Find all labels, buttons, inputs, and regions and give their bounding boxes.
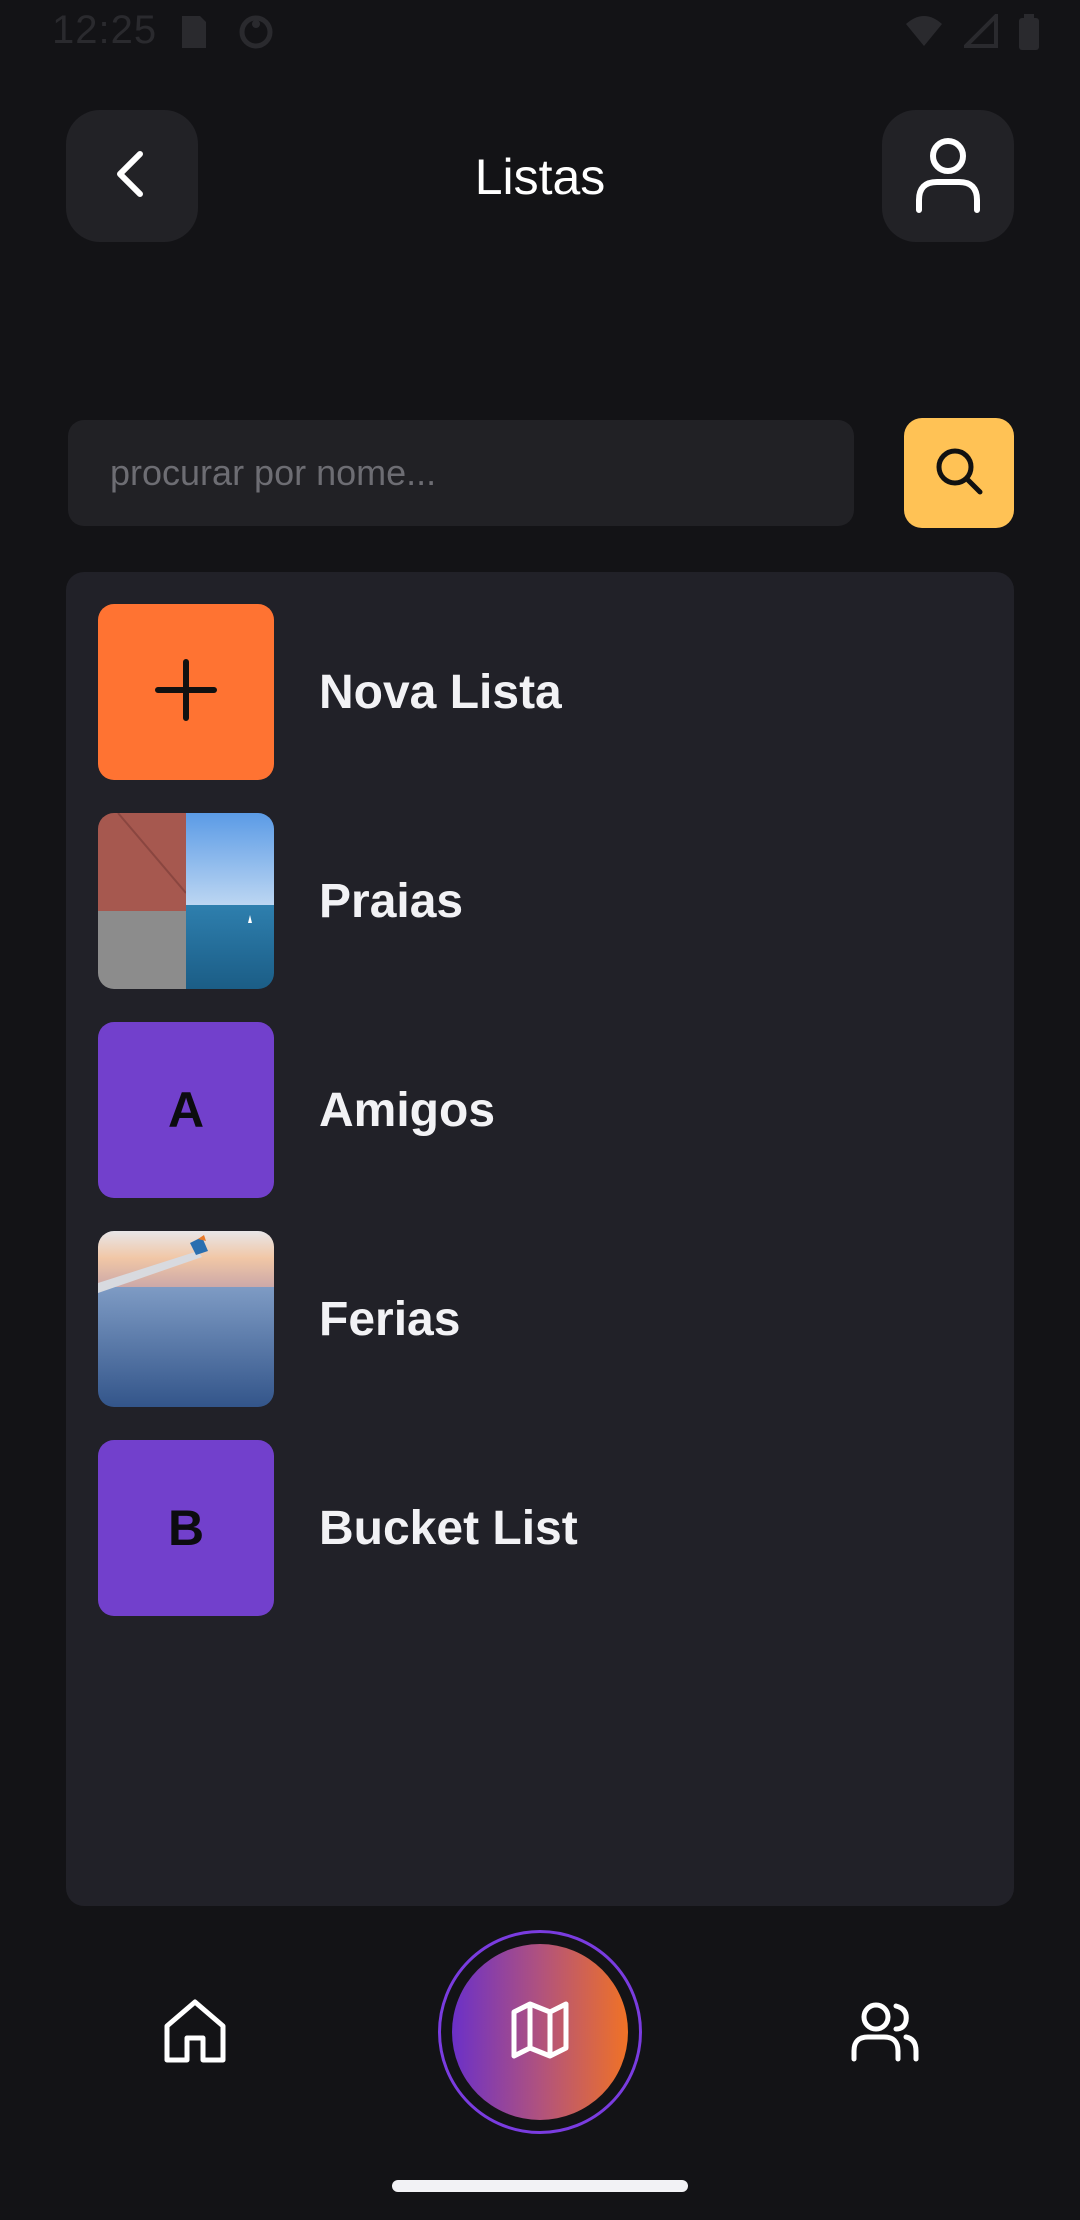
thumbnail-letter: B xyxy=(167,1500,205,1556)
nav-friends-button[interactable] xyxy=(840,1988,930,2078)
list-thumbnail-photo xyxy=(98,1231,274,1407)
plus-icon xyxy=(154,658,218,727)
search-button[interactable] xyxy=(904,418,1014,528)
list-item[interactable]: B Bucket List xyxy=(98,1440,978,1616)
list-thumbnail-photo xyxy=(98,813,274,989)
nav-map-button[interactable] xyxy=(438,1930,642,2134)
search-input[interactable] xyxy=(68,420,854,526)
nav-home-button[interactable] xyxy=(150,1988,240,2078)
list-item-label: Ferias xyxy=(319,1292,461,1346)
list-item[interactable]: Ferias xyxy=(98,1231,978,1407)
list-item-label: Nova Lista xyxy=(319,665,562,719)
list-thumbnail-letter: A xyxy=(98,1022,274,1198)
list-item[interactable]: A Amigos xyxy=(98,1022,978,1198)
list-item[interactable]: Praias xyxy=(98,813,978,989)
new-list-thumb xyxy=(98,604,274,780)
user-icon xyxy=(913,134,983,219)
home-icon xyxy=(163,1998,227,2069)
sync-icon xyxy=(238,14,274,55)
thumbnail-letter: A xyxy=(167,1082,205,1138)
battery-icon xyxy=(1018,14,1040,55)
list-item-label: Amigos xyxy=(319,1083,496,1137)
lists-panel: Nova Lista Praias A Amigos Ferias B Buck… xyxy=(66,572,1014,1906)
list-thumbnail-letter: B xyxy=(98,1440,274,1616)
users-icon xyxy=(850,1999,920,2068)
home-indicator[interactable] xyxy=(392,2180,688,2192)
search-icon xyxy=(932,444,986,503)
cell-signal-icon xyxy=(961,11,998,55)
list-item-label: Bucket List xyxy=(319,1501,578,1555)
map-button-circle xyxy=(452,1944,628,2120)
profile-button[interactable] xyxy=(882,110,1014,242)
status-time: 12:25 xyxy=(52,8,158,52)
new-list-item[interactable]: Nova Lista xyxy=(98,604,978,780)
wifi-icon xyxy=(904,14,944,55)
list-item-label: Praias xyxy=(319,874,464,928)
map-icon xyxy=(508,1998,572,2067)
sd-card-icon xyxy=(176,14,208,55)
